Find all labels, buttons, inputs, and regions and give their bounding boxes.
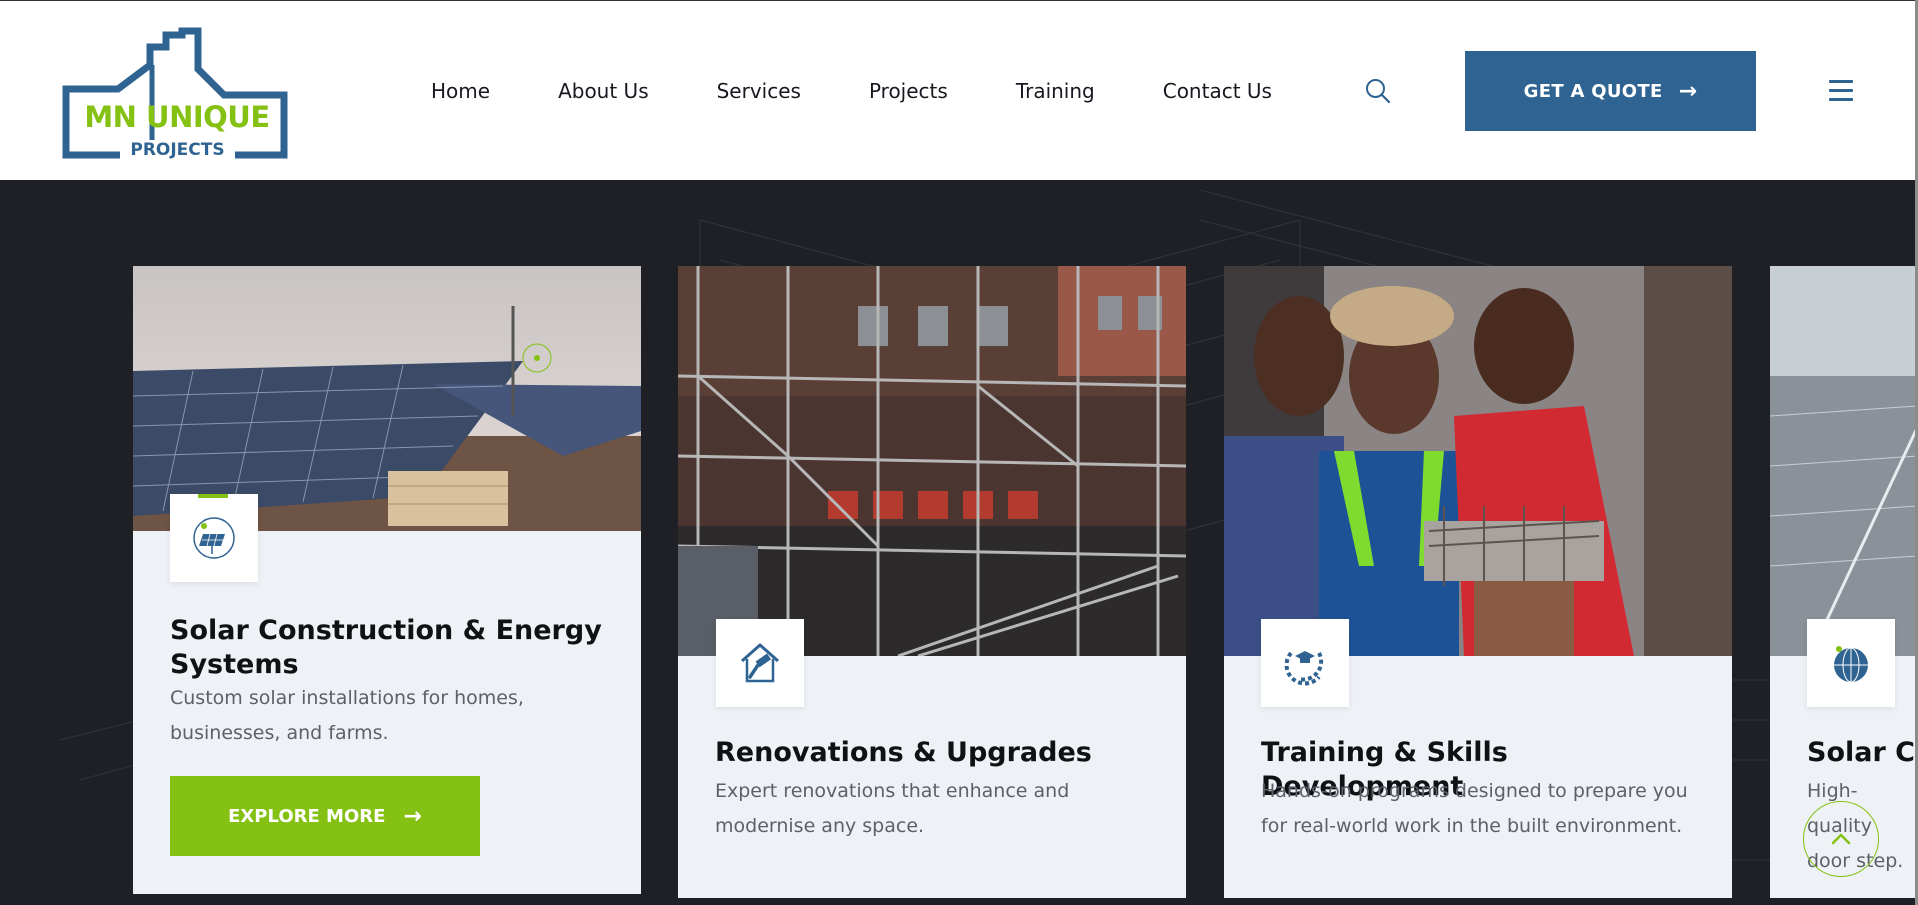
training-students-image (1224, 266, 1732, 656)
get-a-quote-button[interactable]: GET A QUOTE → (1465, 51, 1756, 131)
nav-about-us[interactable]: About Us (558, 79, 649, 103)
get-a-quote-label: GET A QUOTE (1523, 80, 1663, 102)
service-card-solar: Solar Construction & Energy Systems Cust… (133, 266, 641, 894)
logo-text-primary: MN UNIQUE (84, 100, 270, 134)
explore-more-button[interactable]: EXPLORE MORE → (170, 776, 480, 856)
service-card-training: Training & Skills Development Hands-on p… (1224, 266, 1732, 898)
solar-farm-image (133, 266, 641, 531)
service-description: Custom solar installations for homes, bu… (170, 687, 524, 744)
nav-services[interactable]: Services (717, 79, 801, 103)
scroll-to-top-button[interactable] (1803, 801, 1879, 877)
graduation-laurel-icon (1261, 619, 1349, 707)
nav-home[interactable]: Home (431, 79, 490, 103)
services-section: Solar Construction & Energy Systems Cust… (0, 180, 1918, 905)
nav-training[interactable]: Training (1016, 79, 1095, 103)
arrow-right-icon: → (1678, 78, 1698, 104)
service-description: Hands-on programs designed to prepare yo… (1261, 780, 1688, 837)
scaffolding-image (678, 266, 1186, 656)
site-logo[interactable]: MN UNIQUE PROJECTS (60, 25, 290, 161)
arrow-right-icon: → (403, 803, 422, 829)
service-title: Renovations & Upgrades (715, 737, 1092, 768)
hamburger-menu-icon[interactable] (1829, 80, 1853, 102)
house-hammer-icon (716, 619, 804, 707)
solar-cleaning-image (1770, 266, 1918, 656)
explore-more-label: EXPLORE MORE (228, 805, 386, 827)
nav-contact-us[interactable]: Contact Us (1163, 79, 1272, 103)
service-title: Solar Cle (1807, 737, 1918, 768)
site-header: MN UNIQUE PROJECTS Home About Us Service… (0, 0, 1918, 180)
globe-grid-icon (1807, 619, 1895, 707)
logo-text-secondary: PROJECTS (120, 140, 235, 160)
main-nav: Home About Us Services Projects Training… (431, 1, 1340, 181)
solar-panel-icon (170, 494, 258, 582)
service-title: Solar Construction & Energy Systems (170, 615, 602, 680)
chevron-up-icon (1831, 833, 1851, 845)
service-description: Expert renovations that enhance and mode… (715, 780, 1070, 837)
search-icon[interactable] (1364, 77, 1392, 105)
nav-projects[interactable]: Projects (869, 79, 948, 103)
service-card-renovations: Renovations & Upgrades Expert renovation… (678, 266, 1186, 898)
